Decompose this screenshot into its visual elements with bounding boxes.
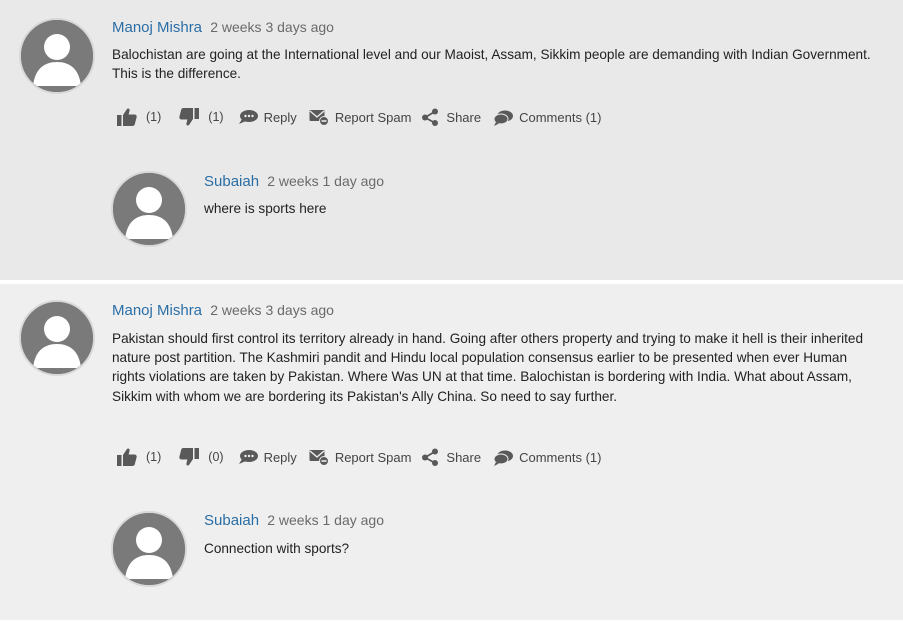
reply-user-avatar <box>111 171 187 247</box>
comment-text: Pakistan should first control its territ… <box>112 331 864 404</box>
default-user-avatar-icon <box>113 513 185 585</box>
share-label: Share <box>446 109 482 125</box>
reply-author-link[interactable]: Subaiah <box>204 173 259 190</box>
default-user-avatar-icon <box>21 302 93 374</box>
comment-actions: (1) (1) Reply Report Spam Share Comments… <box>117 108 601 126</box>
report-spam-button[interactable]: Report Spam <box>309 448 412 466</box>
default-user-avatar-icon <box>113 173 185 245</box>
report-spam-label: Report Spam <box>334 109 412 125</box>
reply-meta: Subaiah 2 weeks 1 day ago <box>204 173 384 190</box>
reply-button[interactable]: Reply <box>238 109 297 125</box>
comments-icon <box>493 450 514 466</box>
report-spam-button[interactable]: Report Spam <box>309 108 412 126</box>
reply-timestamp: 2 weeks 1 day ago <box>267 512 384 528</box>
default-user-avatar-icon <box>21 20 93 92</box>
reply-timestamp: 2 weeks 1 day ago <box>267 173 384 189</box>
dislike-button[interactable]: (0) <box>179 448 224 466</box>
thumbs-up-icon <box>117 448 137 466</box>
dislike-count: (0) <box>208 450 224 464</box>
reply-label: Reply <box>263 109 297 125</box>
comments-icon <box>493 110 514 126</box>
comment-meta: Manoj Mishra 2 weeks 3 days ago <box>112 19 334 36</box>
comment-actions: (1) (0) Reply Report Spam Share Comments… <box>117 448 601 466</box>
comment-author-link[interactable]: Manoj Mishra <box>112 302 202 319</box>
comment-timestamp: 2 weeks 3 days ago <box>210 19 334 35</box>
reply-button[interactable]: Reply <box>238 449 297 465</box>
like-count: (1) <box>146 110 162 124</box>
thumbs-down-icon <box>179 448 200 466</box>
user-avatar <box>19 18 95 94</box>
reply-text: where is sports here <box>204 201 327 216</box>
dislike-count: (1) <box>208 110 224 124</box>
dislike-button[interactable]: (1) <box>179 108 224 126</box>
like-button[interactable]: (1) <box>117 108 161 126</box>
report-spam-icon <box>309 110 329 126</box>
reply-meta: Subaiah 2 weeks 1 day ago <box>204 512 384 529</box>
comments-button[interactable]: Comments (1) <box>493 449 601 466</box>
like-button[interactable]: (1) <box>117 448 161 466</box>
share-button[interactable]: Share <box>421 448 481 466</box>
comment-thread: Manoj Mishra 2 weeks 3 days ago Balochis… <box>0 0 903 282</box>
comments-button[interactable]: Comments (1) <box>493 109 601 126</box>
share-icon <box>422 108 439 126</box>
reply-text: Connection with sports? <box>204 541 350 556</box>
comment-thread: Manoj Mishra 2 weeks 3 days ago Pakistan… <box>0 284 903 622</box>
reply-author-link[interactable]: Subaiah <box>204 512 259 529</box>
share-label: Share <box>446 449 482 465</box>
thumbs-down-icon <box>179 108 200 126</box>
comment-meta: Manoj Mishra 2 weeks 3 days ago <box>112 302 334 319</box>
user-avatar <box>19 300 95 376</box>
comments-section: Manoj Mishra 2 weeks 3 days ago Balochis… <box>0 0 903 622</box>
like-count: (1) <box>146 450 162 464</box>
share-icon <box>422 448 439 466</box>
speech-bubble-icon <box>238 110 258 124</box>
reply-user-avatar <box>111 511 187 587</box>
reply-label: Reply <box>263 449 297 465</box>
comment-text: Balochistan are going at the Internation… <box>112 47 871 82</box>
report-spam-icon <box>309 450 329 466</box>
speech-bubble-icon <box>238 450 258 464</box>
comments-label: Comments (1) <box>519 109 602 125</box>
comment-timestamp: 2 weeks 3 days ago <box>210 302 334 318</box>
share-button[interactable]: Share <box>421 108 481 126</box>
thumbs-up-icon <box>117 108 137 126</box>
comment-author-link[interactable]: Manoj Mishra <box>112 19 202 36</box>
report-spam-label: Report Spam <box>334 449 412 465</box>
comments-label: Comments (1) <box>519 449 602 465</box>
